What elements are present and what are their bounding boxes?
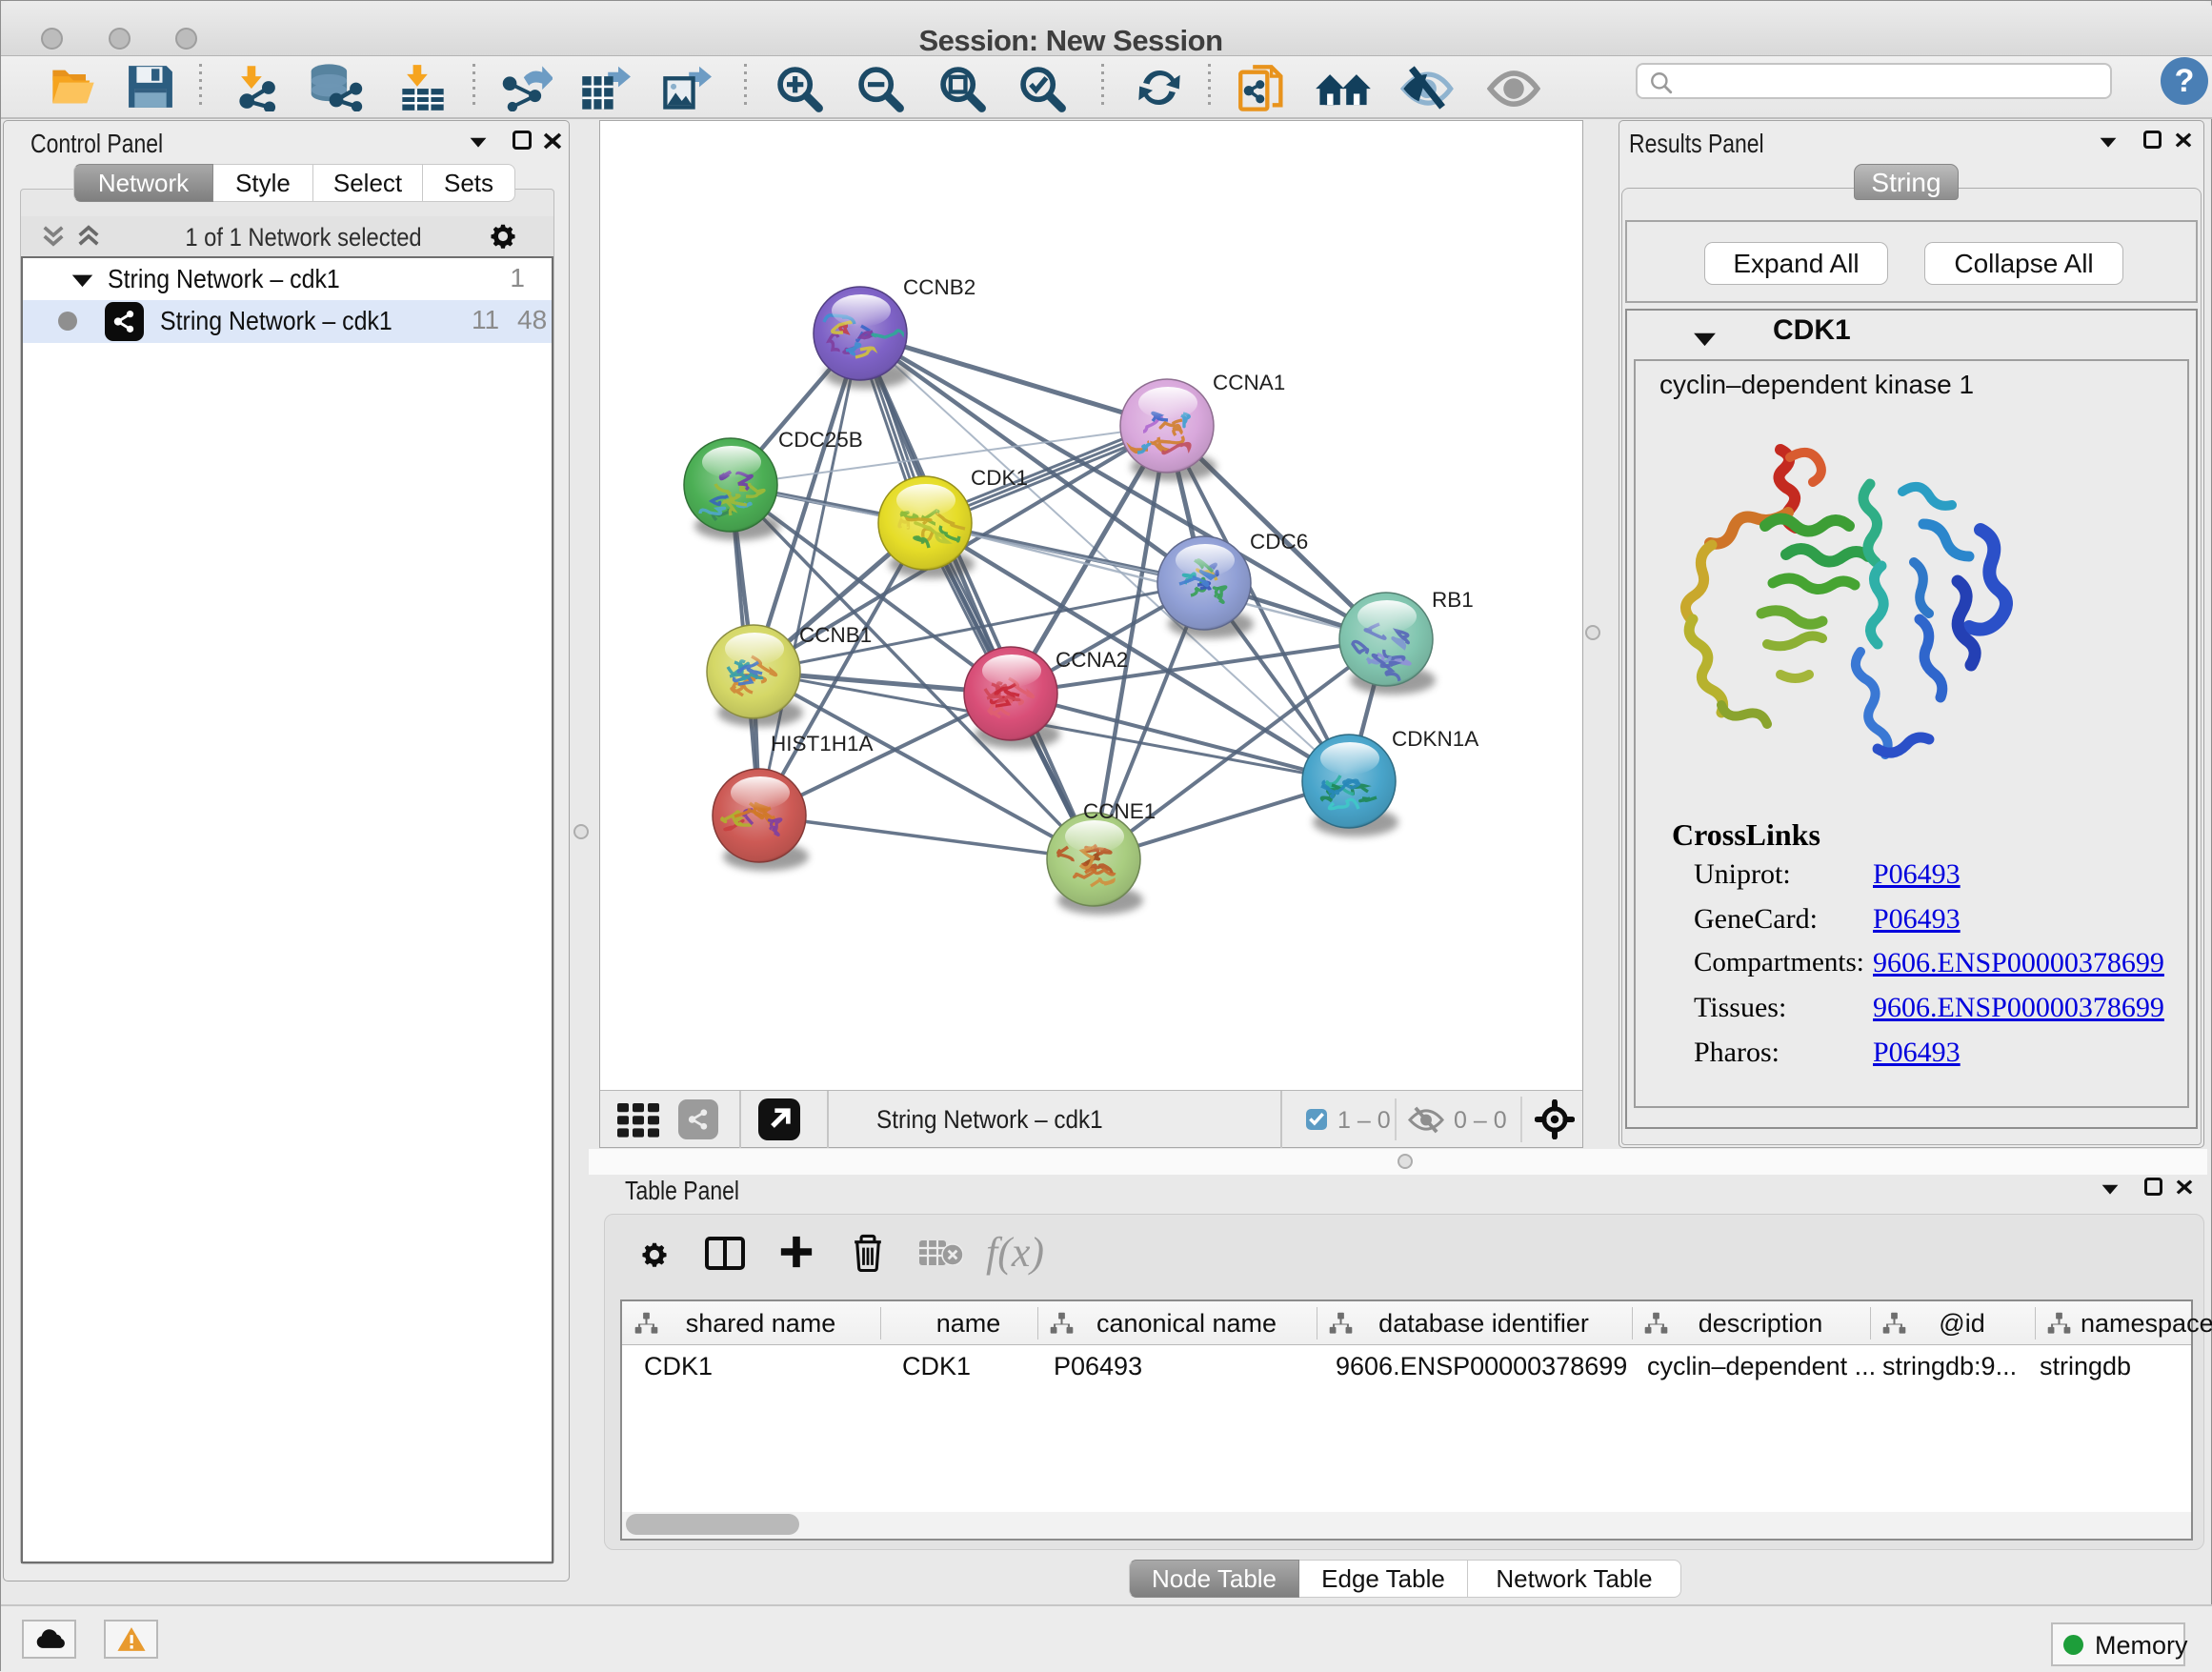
svg-text:CCNA2: CCNA2 xyxy=(1056,648,1128,672)
svg-text:CDC6: CDC6 xyxy=(1250,530,1308,554)
svg-text:RB1: RB1 xyxy=(1432,588,1474,612)
svg-text:HIST1H1A: HIST1H1A xyxy=(771,732,874,755)
svg-text:CCNB2: CCNB2 xyxy=(903,275,975,299)
svg-text:CDK1: CDK1 xyxy=(971,466,1028,490)
svg-text:CCNB1: CCNB1 xyxy=(799,623,872,647)
svg-text:CCNA1: CCNA1 xyxy=(1213,371,1285,394)
svg-text:CDC25B: CDC25B xyxy=(778,428,863,452)
svg-text:CDKN1A: CDKN1A xyxy=(1392,727,1478,751)
svg-text:CCNE1: CCNE1 xyxy=(1083,799,1156,823)
